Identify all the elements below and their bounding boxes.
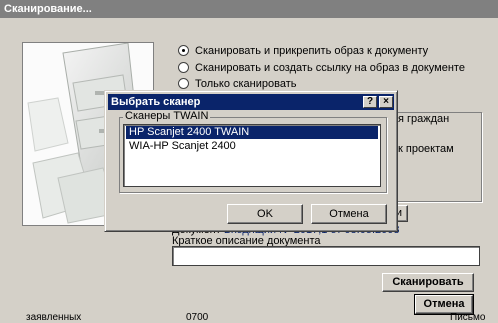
option-scan-only-label: Только сканировать xyxy=(195,78,297,90)
option-attach-label: Сканировать и прикрепить образ к докумен… xyxy=(195,45,429,57)
help-icon[interactable]: ? xyxy=(363,96,377,108)
dialog-title-bar: Выбрать сканер ? × xyxy=(108,94,394,110)
scanner-list[interactable]: HP Scanjet 2400 TWAIN WIA-HP Scanjet 240… xyxy=(123,124,381,187)
select-scanner-dialog: Выбрать сканер ? × Сканеры TWAIN HP Scan… xyxy=(104,90,398,232)
close-icon[interactable]: × xyxy=(379,96,393,108)
scanner-item[interactable]: HP Scanjet 2400 TWAIN xyxy=(126,126,378,139)
bottom-text-left: заявленных xyxy=(26,312,82,323)
twain-scanners-label: Сканеры TWAIN xyxy=(123,110,211,122)
scan-button[interactable]: Сканировать xyxy=(382,273,474,292)
option-link[interactable]: Сканировать и создать ссылку на образ в … xyxy=(178,60,465,76)
radio-attach[interactable] xyxy=(178,45,189,56)
ok-button[interactable]: OK xyxy=(227,204,303,224)
main-window-title: Сканирование... xyxy=(0,0,498,18)
option-attach[interactable]: Сканировать и прикрепить образ к докумен… xyxy=(178,43,428,59)
background-text-2: к проектам xyxy=(398,143,454,155)
bottom-text-mid: 0700 xyxy=(186,312,209,323)
dialog-cancel-button[interactable]: Отмена xyxy=(311,204,387,224)
short-description-input[interactable] xyxy=(172,246,480,266)
bottom-text-right: Письмо xyxy=(450,312,486,323)
radio-scan-only[interactable] xyxy=(178,78,189,89)
dialog-title: Выбрать сканер xyxy=(111,96,201,108)
option-link-label: Сканировать и создать ссылку на образ в … xyxy=(195,62,465,74)
background-text-1: я граждан xyxy=(398,113,450,125)
scanner-item[interactable]: WIA-HP Scanjet 2400 xyxy=(126,140,378,153)
radio-link[interactable] xyxy=(178,62,189,73)
